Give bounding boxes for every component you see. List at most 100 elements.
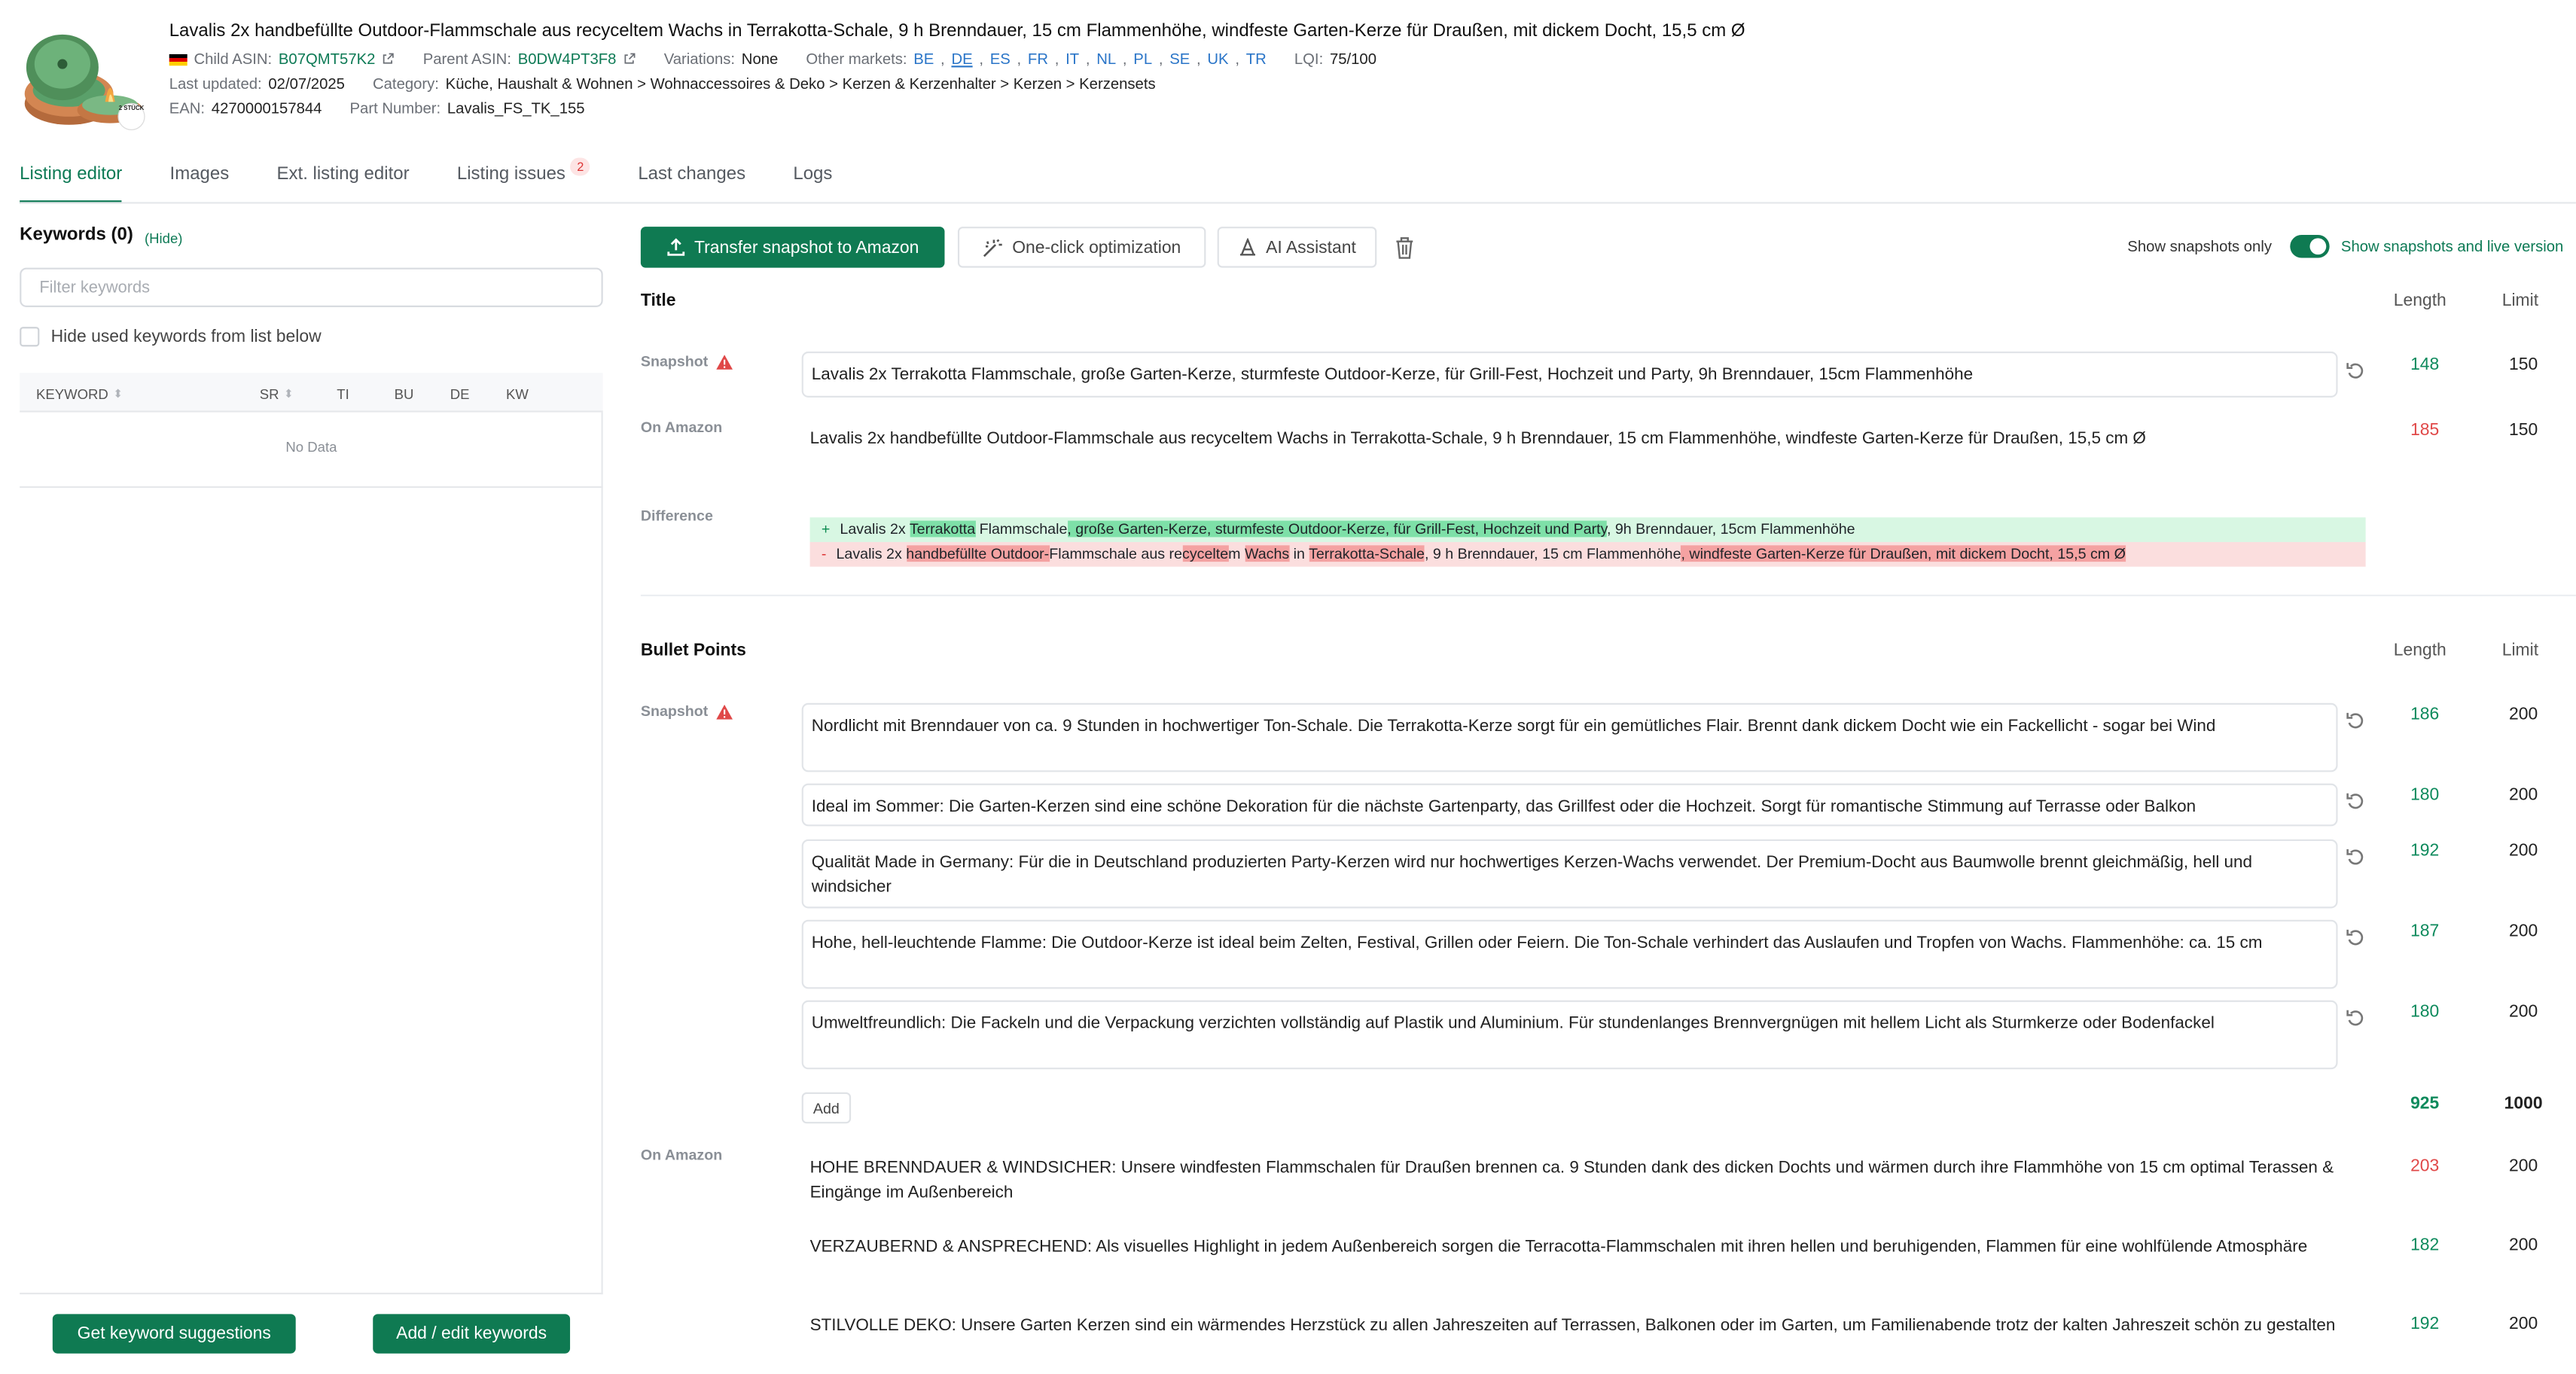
diff-text: m [1228,545,1245,562]
bullet-amazon-length: 192 [2410,1314,2440,1334]
tab-listing-editor[interactable]: Listing editor [20,164,123,204]
hl-add-highlight: Terrakotta [909,520,976,538]
bullet-snapshot-limit: 200 [2508,841,2538,861]
get-keyword-suggestions-button[interactable]: Get keyword suggestions [52,1314,296,1354]
variations-value: None [741,50,779,68]
column-keyword[interactable]: KEYWORD ⬍ [36,386,123,403]
bullet-snapshot-field[interactable]: Hohe, hell-leuchtende Flamme: Die Outdoo… [801,919,2338,989]
bullet-snapshot-length: 186 [2410,704,2440,725]
add-bullet-button[interactable]: Add [801,1092,852,1124]
market-link-be[interactable]: BE [913,51,934,68]
section-divider [640,594,2576,596]
market-link-de[interactable]: DE [951,51,972,68]
diff-removed-line: - Lavalis 2x handbefüllte Outdoor-Flammsc… [809,541,2366,567]
column-sr[interactable]: SR ⬍ [260,386,294,403]
bullet-snapshot-field[interactable]: Umweltfreundlich: Die Fackeln und die Ve… [801,1000,2338,1070]
bullet-snapshot-limit: 200 [2508,921,2538,942]
bullets-total-limit: 1000 [2504,1094,2543,1114]
category-value: Küche, Haushalt & Wohnen > Wohnaccessoir… [445,75,1156,93]
transfer-snapshot-button[interactable]: Transfer snapshot to Amazon [640,227,945,268]
length-column-header: Length [2393,640,2446,661]
bullet-snapshot-field[interactable]: Qualität Made in Germany: Für die in Deu… [801,839,2338,909]
title-amazon-text: Lavalis 2x handbefüllte Outdoor-Flammsch… [809,430,2146,449]
market-link-tr[interactable]: TR [1246,51,1267,68]
one-click-optimization-button[interactable]: One-click optimization [957,227,1206,268]
revert-icon[interactable] [2346,792,2365,812]
market-link-es[interactable]: ES [990,51,1011,68]
filter-keywords-input[interactable] [20,267,603,307]
germany-flag-icon [169,53,187,66]
column-kw: KW [505,385,529,403]
tab-images[interactable]: Images [170,164,230,203]
market-link-pl[interactable]: PL [1133,51,1152,68]
keywords-empty-state: No Data [285,438,337,455]
warning-icon [716,354,733,369]
warning-icon [716,703,733,719]
parent-asin-link[interactable]: B0DW4PT3F8 [518,51,617,68]
hide-used-label: Hide used keywords from list below [50,327,322,347]
title-amazon-length: 185 [2410,420,2440,440]
diff-text: in [1289,545,1309,562]
bullet-amazon-limit: 200 [2508,1156,2538,1177]
revert-icon[interactable] [2346,848,2365,867]
tab-listing-issues[interactable]: Listing issues 2 [457,157,591,203]
revert-icon[interactable] [2346,1009,2365,1028]
lqi-value: 75/100 [1329,50,1376,68]
child-asin-link[interactable]: B07QMT57K2 [279,51,376,68]
bullet-snapshot-limit: 200 [2508,704,2538,725]
keywords-title: Keywords (0) [20,224,133,245]
hide-used-checkbox[interactable] [20,327,40,347]
ai-assistant-button[interactable]: AI Assistant [1217,227,1377,268]
diff-text: Flammschale aus re [1049,545,1183,562]
title-snapshot-field[interactable]: Lavalis 2x Terrakotta Flammschale, große… [801,351,2338,398]
add-edit-keywords-button[interactable]: Add / edit keywords [373,1314,571,1354]
upload-icon [666,238,684,256]
bullet-amazon-length: 203 [2410,1156,2440,1177]
sort-icon[interactable]: ⬍ [284,388,294,401]
image-badge: 2 STÜCK [118,105,145,112]
title-section-heading: Title [640,291,676,311]
revert-icon[interactable] [2346,928,2365,948]
limit-column-header: Limit [2501,640,2539,661]
tab-divider [20,202,2576,204]
tab-last-changes[interactable]: Last changes [638,164,745,203]
keywords-divider [20,1292,603,1295]
bullets-total-length: 925 [2410,1094,2440,1114]
diff-text: , 9h Brenndauer, 15cm Flammenhöhe [1606,520,1855,538]
hl-del-highlight: cycelte [1182,545,1229,562]
sort-icon[interactable]: ⬍ [113,388,123,401]
bullet-snapshot-length: 187 [2410,921,2440,942]
bullets-section-heading: Bullet Points [640,640,746,661]
bullet-snapshot-length: 192 [2410,841,2440,861]
revert-icon[interactable] [2346,711,2365,731]
title-snapshot-label: Snapshot [641,353,733,370]
bullet-snapshot-field[interactable]: Ideal im Sommer: Die Garten-Kerzen sind … [801,783,2338,827]
column-ti: TI [337,385,349,403]
part-number-value: Lavalis_FS_TK_155 [447,100,585,117]
show-snapshots-live-label: Show snapshots and live version [2340,238,2564,255]
market-link-se[interactable]: SE [1169,51,1190,68]
diff-text: Lavalis 2x [840,520,910,538]
keywords-divider [20,486,603,488]
length-column-header: Length [2393,291,2446,311]
bullet-snapshot-limit: 200 [2508,784,2538,806]
tab-logs[interactable]: Logs [793,164,832,203]
hl-del-highlight: , windfeste Garten-Kerze für Draußen, mi… [1681,545,2126,562]
market-link-it[interactable]: IT [1065,51,1079,68]
revert-icon[interactable] [2346,361,2365,381]
trash-icon[interactable] [1393,235,1416,260]
title-snapshot-limit: 150 [2508,355,2538,375]
market-link-nl[interactable]: NL [1096,51,1116,68]
bullet-amazon-text: STILVOLLE DEKO: Unsere Garten Kerzen sin… [809,1317,2336,1336]
tab-ext-listing-editor[interactable]: Ext. listing editor [277,164,410,203]
keywords-hide-link[interactable]: (Hide) [145,230,183,246]
snapshot-view-toggle[interactable] [2290,234,2330,258]
external-link-icon[interactable] [382,53,395,66]
bullet-snapshot-field[interactable]: Nordlicht mit Brenndauer von ca. 9 Stund… [801,702,2338,772]
market-link-fr[interactable]: FR [1028,51,1048,68]
external-link-icon[interactable] [623,53,636,66]
market-link-uk[interactable]: UK [1207,51,1228,68]
diff-text: Lavalis 2x [836,545,907,562]
bullet-snapshot-length: 180 [2410,1001,2440,1022]
ean-row: EAN: 4270000157844 Part Number: Lavalis_… [169,100,585,117]
